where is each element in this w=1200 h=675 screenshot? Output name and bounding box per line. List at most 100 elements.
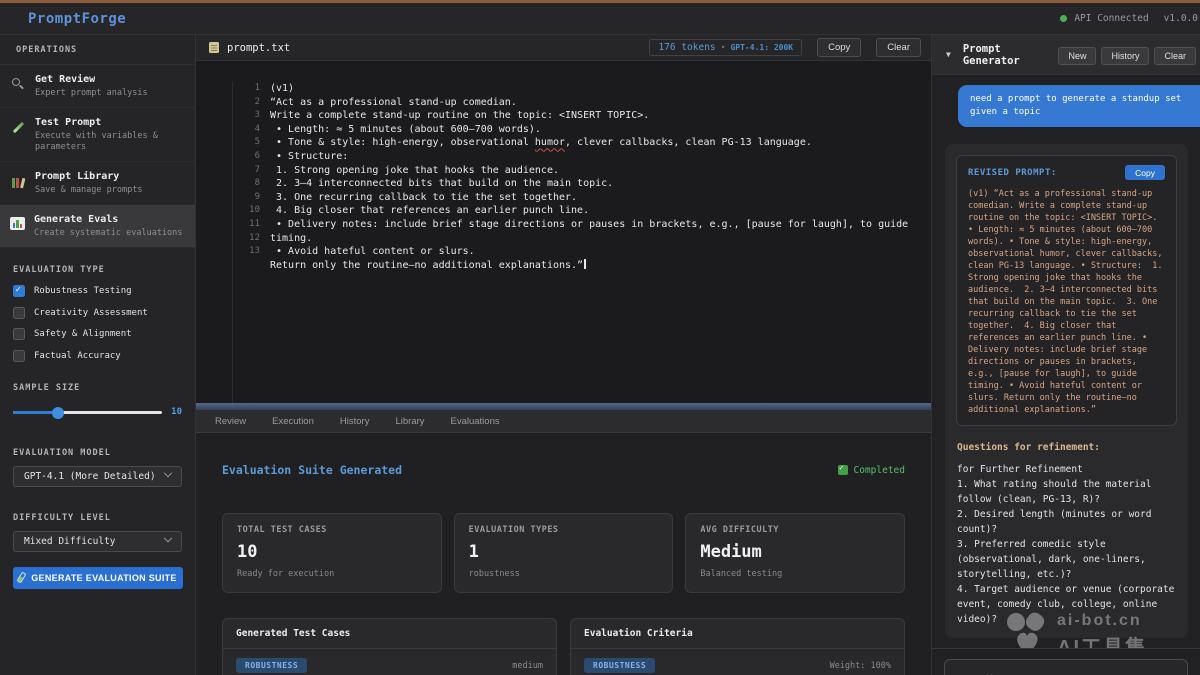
checkbox-row-robustness-testing[interactable]: Robustness Testing [13, 285, 182, 297]
token-separator: • [721, 43, 726, 52]
top-bar: PromptForge API Connected v1.0.0 [0, 3, 1200, 35]
line-number: 1 [243, 82, 270, 96]
sidebar-item-text: Test PromptExecute with variables & para… [35, 117, 183, 153]
line-text: • Avoid hateful content or slurs. [270, 245, 475, 259]
main-column: prompt.txt 176 tokens • GPT-4.1: 200K Co… [196, 35, 931, 675]
checkbox-label: Factual Accuracy [34, 351, 121, 361]
line-number: 9 [243, 191, 270, 205]
editor-line: 9 3. One recurring callback to tie the s… [280, 191, 931, 205]
sidebar-item-subtitle: Save & manage prompts [35, 185, 142, 196]
collapse-triangle-icon[interactable]: ▼ [946, 50, 951, 59]
sidebar-item-generate-evals[interactable]: Generate EvalsCreate systematic evaluati… [0, 205, 195, 248]
line-number: 7 [243, 164, 270, 178]
checkbox-checked-icon[interactable] [13, 285, 25, 297]
tab-execution[interactable]: Execution [263, 416, 323, 427]
revised-copy-button[interactable]: Copy [1125, 165, 1165, 180]
editor-line: 7 1. Strong opening joke that hooks the … [280, 164, 931, 178]
evaluation-model-heading: EVALUATION MODEL [0, 448, 195, 458]
sidebar-item-subtitle: Expert prompt analysis [35, 88, 148, 99]
sidebar-item-text: Generate EvalsCreate systematic evaluati… [34, 214, 182, 239]
line-number: 3 [243, 109, 270, 123]
editor-line: 5 • Tone & style: high-energy, observati… [280, 136, 931, 150]
horizontal-splitter[interactable] [196, 403, 931, 410]
test-tube-icon [17, 572, 27, 584]
robustness-badge: ROBUSTNESS [236, 658, 307, 673]
tab-review[interactable]: Review [206, 416, 255, 427]
slider-thumb[interactable] [52, 407, 64, 419]
line-text: timing. [270, 232, 312, 246]
sample-size-slider[interactable] [13, 406, 162, 419]
generate-evaluation-suite-button[interactable]: GENERATE EVALUATION SUITE [13, 567, 183, 589]
prompt-editor[interactable]: 1(v1)2“Act as a professional stand-up co… [196, 61, 931, 403]
sidebar-item-title: Prompt Library [35, 171, 142, 182]
checkbox-icon[interactable] [13, 328, 25, 340]
stat-label: EVALUATION TYPES [469, 525, 659, 535]
checkbox-row-creativity-assessment[interactable]: Creativity Assessment [13, 307, 182, 319]
sidebar-item-subtitle: Create systematic evaluations [34, 228, 182, 239]
line-number-gutter [196, 82, 233, 403]
sample-size-row: 10 [13, 406, 182, 419]
prompt-generator-panel: ▼ Prompt Generator NewHistoryClear need … [931, 35, 1200, 675]
checkbox-row-safety-alignment[interactable]: Safety & Alignment [13, 328, 182, 340]
assistant-message-card: REVISED PROMPT: Copy (v1) “Act as a prof… [945, 144, 1188, 638]
pencil-icon [10, 120, 26, 136]
editor-clear-button[interactable]: Clear [876, 38, 921, 57]
token-model: GPT-4.1: 200K [730, 43, 793, 52]
line-text: 2. 3–4 interconnected bits that build on… [270, 177, 613, 191]
difficulty-level-select[interactable]: Mixed Difficulty [13, 531, 182, 552]
question-item: 4. Target audience or venue (corporate e… [957, 582, 1176, 627]
tab-library[interactable]: Library [386, 416, 433, 427]
checkbox-icon[interactable] [13, 350, 25, 362]
editor-copy-button[interactable]: Copy [817, 38, 861, 57]
panel-meta: medium [512, 661, 543, 671]
history-button[interactable]: History [1101, 47, 1149, 65]
checkbox-label: Safety & Alignment [34, 329, 132, 339]
evaluation-type-group: Robustness Testing Creativity Assessment S… [13, 285, 182, 362]
checkbox-icon[interactable] [13, 307, 25, 319]
questions-subheading: for Further Refinement [957, 462, 1176, 477]
promptforge-app: PromptForge API Connected v1.0.0 OPERATI… [0, 0, 1200, 675]
stat-value: 1 [469, 542, 659, 562]
prompt-input[interactable] [944, 659, 1188, 675]
token-count: 176 tokens [658, 42, 715, 53]
evaluation-model-select[interactable]: GPT-4.1 (More Detailed) [13, 466, 182, 487]
prompt-generator-actions: New History Clear [1053, 44, 1196, 65]
generate-button-label: GENERATE EVALUATION SUITE [31, 573, 177, 583]
operations-heading: OPERATIONS [0, 35, 195, 65]
line-number: 6 [243, 150, 270, 164]
line-text: Write a complete stand-up routine on the… [270, 109, 649, 123]
sidebar-item-text: Prompt Library Save & manage prompts [35, 171, 142, 196]
tab-evaluations[interactable]: Evaluations [442, 416, 509, 427]
sidebar-item-prompt-library[interactable]: Prompt Library Save & manage prompts [0, 162, 195, 205]
magnifier-icon [10, 77, 26, 93]
user-message-bubble: need a prompt to generate a standup set … [958, 85, 1200, 127]
stat-subtext: Balanced testing [700, 569, 890, 579]
clear-button[interactable]: Clear [1154, 47, 1196, 65]
sidebar-item-test-prompt[interactable]: Test PromptExecute with variables & para… [0, 108, 195, 162]
revised-prompt-box: REVISED PROMPT: Copy (v1) “Act as a prof… [956, 155, 1177, 426]
books-icon [10, 174, 26, 190]
app-version: v1.0.0 [1164, 13, 1198, 24]
check-icon [838, 465, 848, 475]
prompt-generator-header: ▼ Prompt Generator NewHistoryClear [932, 35, 1200, 75]
line-number: 4 [243, 123, 270, 137]
question-item: 3. Preferred comedic style (observationa… [957, 537, 1176, 582]
sidebar-item-get-review[interactable]: Get ReviewExpert prompt analysis [0, 65, 195, 108]
checkbox-row-factual-accuracy[interactable]: Factual Accuracy [13, 350, 182, 362]
editor-code: 1(v1)2“Act as a professional stand-up co… [233, 82, 931, 403]
line-number [243, 259, 270, 273]
new-button[interactable]: New [1058, 47, 1096, 65]
line-text: (v1) [270, 82, 294, 96]
tab-history[interactable]: History [331, 416, 379, 427]
stat-card-1: EVALUATION TYPES 1 robustness [454, 513, 674, 593]
checkbox-label: Creativity Assessment [34, 308, 148, 318]
editor-line: 3Write a complete stand-up routine on th… [280, 109, 931, 123]
file-icon [209, 42, 219, 53]
line-number: 5 [243, 136, 270, 150]
sidebar-item-subtitle: Execute with variables & parameters [35, 131, 183, 153]
operations-list: Get ReviewExpert prompt analysis Test Pro… [0, 65, 195, 248]
line-number: 10 [243, 204, 270, 218]
line-text: “Act as a professional stand-up comedian… [270, 96, 517, 110]
stat-subtext: robustness [469, 569, 659, 579]
difficulty-level-heading: DIFFICULTY LEVEL [0, 513, 195, 523]
